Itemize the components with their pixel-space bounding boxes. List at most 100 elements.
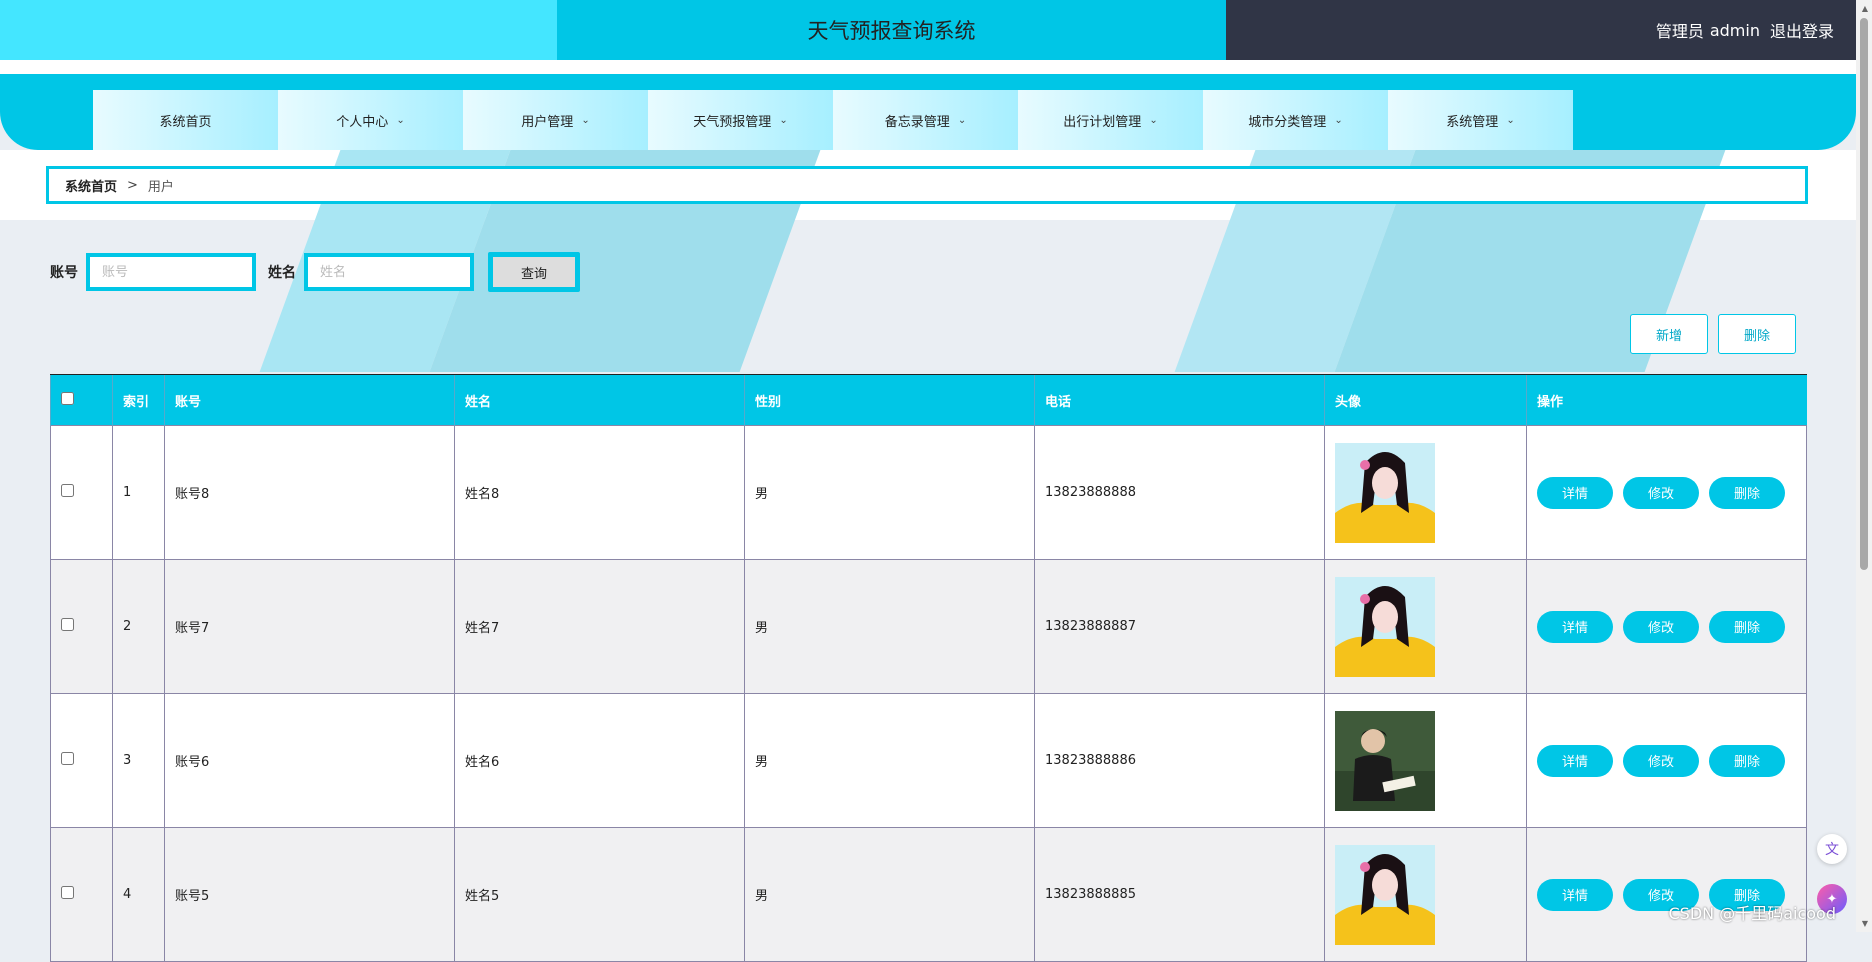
cell-name: 姓名7 <box>454 559 745 694</box>
scroll-down-icon[interactable]: ▼ <box>1862 919 1868 928</box>
row-delete-button[interactable]: 删除 <box>1709 610 1785 643</box>
nav-item-label: 备忘录管理 <box>884 114 950 130</box>
cell-gender: 男 <box>744 559 1035 694</box>
avatar-image <box>1335 710 1435 811</box>
chevron-down-icon: ⌄ <box>396 114 405 126</box>
cell-actions: 详情 修改 删除 <box>1526 425 1807 560</box>
cell-name: 姓名6 <box>454 693 745 828</box>
translate-icon[interactable]: 文 <box>1817 834 1847 864</box>
nav-item-label: 系统首页 <box>159 114 212 130</box>
row-select-cell <box>50 425 113 560</box>
row-select-cell <box>50 559 113 694</box>
nav-item-label: 系统管理 <box>1446 114 1499 130</box>
nav-item[interactable]: 天气预报管理 ⌄ <box>648 90 833 150</box>
select-all-cell <box>50 374 113 426</box>
query-button[interactable]: 查询 <box>488 252 580 292</box>
row-checkbox[interactable] <box>61 886 74 899</box>
detail-button[interactable]: 详情 <box>1537 744 1613 777</box>
cell-gender: 男 <box>744 693 1035 828</box>
edit-button[interactable]: 修改 <box>1623 744 1699 777</box>
nav-item[interactable]: 备忘录管理 ⌄ <box>833 90 1018 150</box>
nav-item[interactable]: 用户管理 ⌄ <box>463 90 648 150</box>
col-phone: 电话 <box>1034 374 1325 426</box>
nav-item-label: 个人中心 <box>336 114 389 130</box>
col-actions: 操作 <box>1526 374 1807 426</box>
detail-button[interactable]: 详情 <box>1537 476 1613 509</box>
select-all-checkbox[interactable] <box>61 391 74 405</box>
cell-actions: 详情 修改 删除 <box>1526 693 1807 828</box>
nav-item-label: 用户管理 <box>521 114 574 130</box>
detail-button[interactable]: 详情 <box>1537 878 1613 911</box>
app-title: 天气预报查询系统 <box>807 19 976 43</box>
cell-account: 账号7 <box>164 559 455 694</box>
add-button[interactable]: 新增 <box>1630 314 1708 354</box>
cell-index: 1 <box>112 425 165 560</box>
breadcrumb-home[interactable]: 系统首页 <box>65 176 117 195</box>
detail-button[interactable]: 详情 <box>1537 610 1613 643</box>
row-checkbox[interactable] <box>61 752 74 765</box>
cell-name: 姓名8 <box>454 425 745 560</box>
nav-item-label: 城市分类管理 <box>1248 114 1327 130</box>
cell-avatar <box>1324 559 1527 694</box>
nav-item[interactable]: 系统首页 <box>93 90 278 150</box>
table-row: 1 账号8 姓名8 男 13823888888 详情 修改 删除 <box>50 425 1807 560</box>
cell-actions: 详情 修改 删除 <box>1526 827 1807 962</box>
row-delete-button[interactable]: 删除 <box>1709 476 1785 509</box>
chevron-down-icon: ⌄ <box>581 114 590 126</box>
account-input[interactable] <box>86 253 256 291</box>
col-name: 姓名 <box>454 374 745 426</box>
col-index: 索引 <box>112 374 165 426</box>
chevron-down-icon: ⌄ <box>957 114 967 126</box>
nav-item[interactable]: 个人中心 ⌄ <box>278 90 463 150</box>
row-checkbox[interactable] <box>61 618 74 631</box>
chevron-down-icon: ⌄ <box>1334 114 1343 126</box>
scroll-up-icon[interactable]: ▲ <box>1862 4 1868 13</box>
scroll-thumb[interactable] <box>1860 18 1868 570</box>
cell-account: 账号8 <box>164 425 455 560</box>
cell-account: 账号6 <box>164 693 455 828</box>
cell-avatar <box>1324 693 1527 828</box>
cell-phone: 13823888885 <box>1034 827 1325 962</box>
chevron-down-icon: ⌄ <box>1149 114 1158 126</box>
logout-link[interactable]: 退出登录 <box>1770 18 1834 42</box>
name-label: 姓名 <box>268 265 296 281</box>
row-select-cell <box>50 693 113 828</box>
page-scrollbar[interactable]: ▲ ▼ <box>1856 0 1872 932</box>
nav-item[interactable]: 出行计划管理 ⌄ <box>1018 90 1203 150</box>
cell-phone: 13823888887 <box>1034 559 1325 694</box>
account-label: 账号 <box>50 265 78 281</box>
deco-stripe <box>0 60 320 74</box>
header-left-block <box>0 0 557 60</box>
row-checkbox[interactable] <box>61 484 74 497</box>
row-delete-button[interactable]: 删除 <box>1709 744 1785 777</box>
nav-item[interactable]: 系统管理 ⌄ <box>1388 90 1573 150</box>
col-gender: 性别 <box>744 374 1035 426</box>
watermark: CSDN @千里码aicood <box>1668 904 1837 923</box>
col-account: 账号 <box>164 374 455 426</box>
row-select-cell <box>50 827 113 962</box>
cell-avatar <box>1324 827 1527 962</box>
cell-index: 2 <box>112 559 165 694</box>
top-header: 天气预报查询系统 管理员 admin 退出登录 <box>0 0 1856 60</box>
chevron-down-icon: ⌄ <box>1506 114 1515 126</box>
search-bar: 账号 姓名 查询 <box>50 252 580 292</box>
breadcrumb-separator: > <box>127 177 138 193</box>
table-row: 2 账号7 姓名7 男 13823888887 详情 修改 删除 <box>50 559 1807 694</box>
table-row: 4 账号5 姓名5 男 13823888885 详情 修改 删除 <box>50 827 1807 962</box>
cell-phone: 13823888886 <box>1034 693 1325 828</box>
bulk-delete-button[interactable]: 删除 <box>1718 314 1796 354</box>
name-input[interactable] <box>304 253 474 291</box>
main-nav: 系统首页 个人中心 ⌄ 用户管理 ⌄ 天气预报管理 ⌄ 备忘录管理 ⌄ 出行计划管理 ⌄ 城市分类管理… <box>93 90 1573 150</box>
cell-name: 姓名5 <box>454 827 745 962</box>
cell-actions: 详情 修改 删除 <box>1526 559 1807 694</box>
nav-item[interactable]: 城市分类管理 ⌄ <box>1203 90 1388 150</box>
edit-button[interactable]: 修改 <box>1623 476 1699 509</box>
table-row: 3 账号6 姓名6 男 13823888886 详情 修改 删除 <box>50 693 1807 828</box>
avatar-image <box>1335 442 1435 543</box>
chevron-down-icon: ⌄ <box>779 114 788 126</box>
cell-gender: 男 <box>744 425 1035 560</box>
header-title-block: 天气预报查询系统 <box>557 0 1226 60</box>
edit-button[interactable]: 修改 <box>1623 610 1699 643</box>
table-header-row: 索引 账号 姓名 性别 电话 头像 操作 <box>50 374 1807 426</box>
nav-item-label: 出行计划管理 <box>1063 114 1142 130</box>
